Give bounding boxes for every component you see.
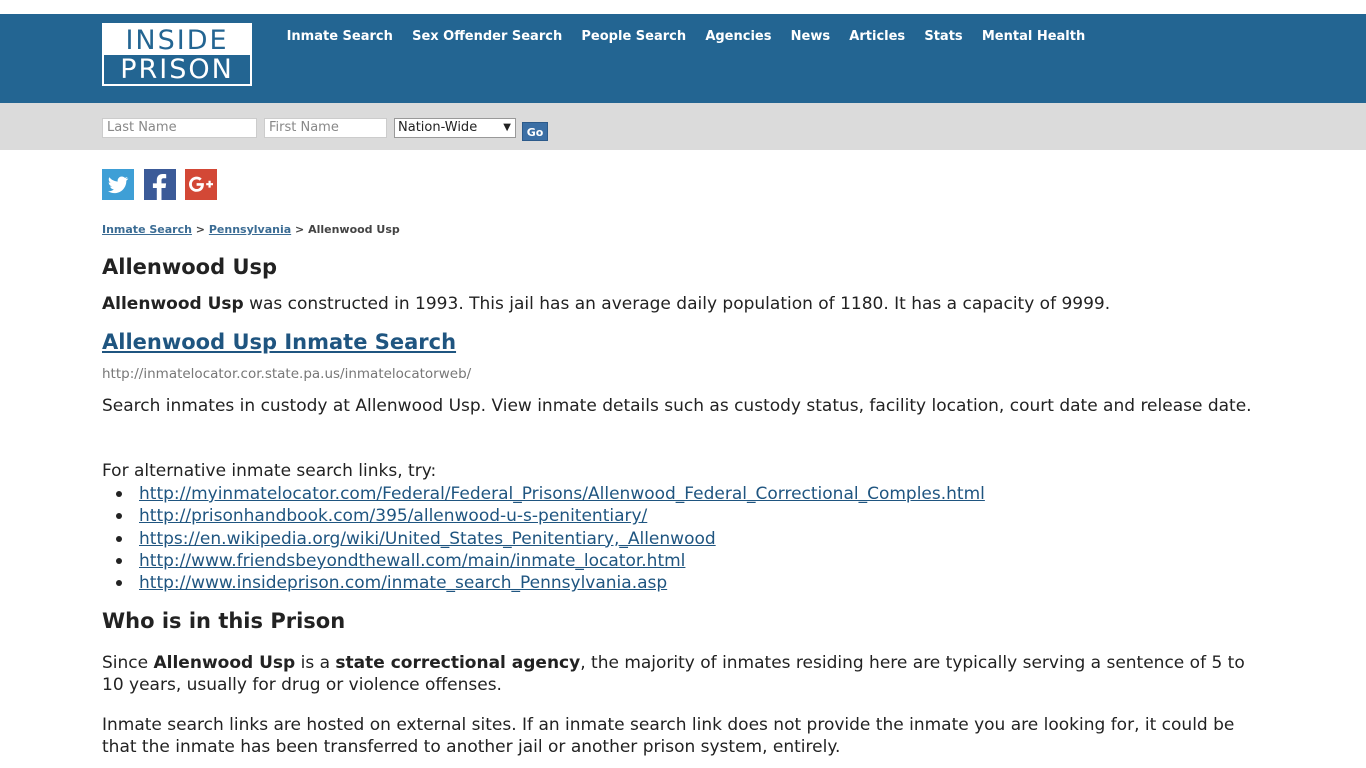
alt-link[interactable]: http://prisonhandbook.com/395/allenwood-… bbox=[139, 506, 647, 526]
who-agency-type: state correctional agency bbox=[335, 653, 581, 673]
logo-line-prison: PRISON bbox=[120, 54, 234, 85]
twitter-icon bbox=[108, 176, 129, 194]
who-facility-name: Allenwood Usp bbox=[153, 653, 296, 673]
who-paragraph: Since Allenwood Usp is a state correctio… bbox=[102, 652, 1262, 696]
nav-news[interactable]: News bbox=[781, 30, 840, 44]
nav-people-search[interactable]: People Search bbox=[572, 30, 696, 44]
alt-link[interactable]: http://www.insideprison.com/inmate_searc… bbox=[139, 573, 667, 593]
alt-links-list: http://myinmatelocator.com/Federal/Feder… bbox=[102, 483, 985, 594]
last-name-input[interactable]: Last Name bbox=[102, 118, 257, 138]
alt-link[interactable]: http://www.friendsbeyondthewall.com/main… bbox=[139, 551, 685, 571]
who-text: is a bbox=[295, 653, 336, 673]
chevron-down-icon: ▼ bbox=[503, 122, 511, 133]
list-item: http://myinmatelocator.com/Federal/Feder… bbox=[102, 483, 985, 505]
nav-inmate-search[interactable]: Inmate Search bbox=[277, 30, 402, 44]
go-button[interactable]: Go bbox=[522, 122, 548, 141]
breadcrumb-current: Allenwood Usp bbox=[308, 223, 400, 236]
nav-agencies[interactable]: Agencies bbox=[696, 30, 781, 44]
facility-intro-text: was constructed in 1993. This jail has a… bbox=[243, 294, 1111, 314]
inmate-search-url: http://inmatelocator.cor.state.pa.us/inm… bbox=[102, 366, 472, 382]
external-links-note: Inmate search links are hosted on extern… bbox=[102, 715, 1235, 757]
nav-sex-offender-search[interactable]: Sex Offender Search bbox=[402, 30, 571, 44]
list-item: http://www.friendsbeyondthewall.com/main… bbox=[102, 550, 985, 572]
breadcrumb-separator: > bbox=[195, 223, 206, 236]
breadcrumb-pennsylvania[interactable]: Pennsylvania bbox=[209, 223, 291, 236]
inmate-search-link[interactable]: Allenwood Usp Inmate Search bbox=[102, 330, 456, 354]
alt-links-intro: For alternative inmate search links, try… bbox=[102, 461, 437, 481]
google-plus-share-button[interactable] bbox=[185, 169, 217, 200]
google-plus-icon bbox=[189, 176, 213, 192]
breadcrumb-separator: > bbox=[295, 223, 305, 236]
main-nav: Inmate Search Sex Offender Search People… bbox=[277, 30, 1095, 44]
search-description: Search inmates in custody at Allenwood U… bbox=[102, 396, 1252, 416]
facility-intro: Allenwood Usp was constructed in 1993. T… bbox=[102, 294, 1110, 314]
list-item: http://www.insideprison.com/inmate_searc… bbox=[102, 572, 985, 594]
list-item: http://prisonhandbook.com/395/allenwood-… bbox=[102, 505, 985, 527]
facebook-icon bbox=[152, 174, 167, 200]
logo-line-inside: INSIDE bbox=[104, 25, 250, 56]
scope-select-value: Nation-Wide bbox=[398, 120, 478, 135]
facility-name: Allenwood Usp bbox=[102, 294, 244, 314]
site-header: INSIDE PRISON Inmate Search Sex Offender… bbox=[0, 14, 1366, 103]
page-title: Allenwood Usp bbox=[102, 255, 278, 279]
top-strip bbox=[0, 0, 1366, 14]
search-bar: Last Name First Name Nation-Wide ▼ Go bbox=[0, 103, 1366, 150]
nav-articles[interactable]: Articles bbox=[840, 30, 915, 44]
alt-link[interactable]: http://myinmatelocator.com/Federal/Feder… bbox=[139, 484, 985, 504]
who-text: Since bbox=[102, 653, 154, 673]
first-name-input[interactable]: First Name bbox=[264, 118, 387, 138]
alt-link[interactable]: https://en.wikipedia.org/wiki/United_Sta… bbox=[139, 529, 716, 549]
nav-mental-health[interactable]: Mental Health bbox=[972, 30, 1095, 44]
breadcrumb: Inmate Search > Pennsylvania > Allenwood… bbox=[102, 223, 400, 236]
list-item: https://en.wikipedia.org/wiki/United_Sta… bbox=[102, 528, 985, 550]
site-logo[interactable]: INSIDE PRISON bbox=[102, 23, 252, 86]
twitter-share-button[interactable] bbox=[102, 169, 134, 200]
scope-select[interactable]: Nation-Wide ▼ bbox=[394, 118, 516, 138]
nav-stats[interactable]: Stats bbox=[915, 30, 973, 44]
who-section-title: Who is in this Prison bbox=[102, 609, 346, 633]
breadcrumb-inmate-search[interactable]: Inmate Search bbox=[102, 223, 192, 236]
facebook-share-button[interactable] bbox=[144, 169, 176, 200]
